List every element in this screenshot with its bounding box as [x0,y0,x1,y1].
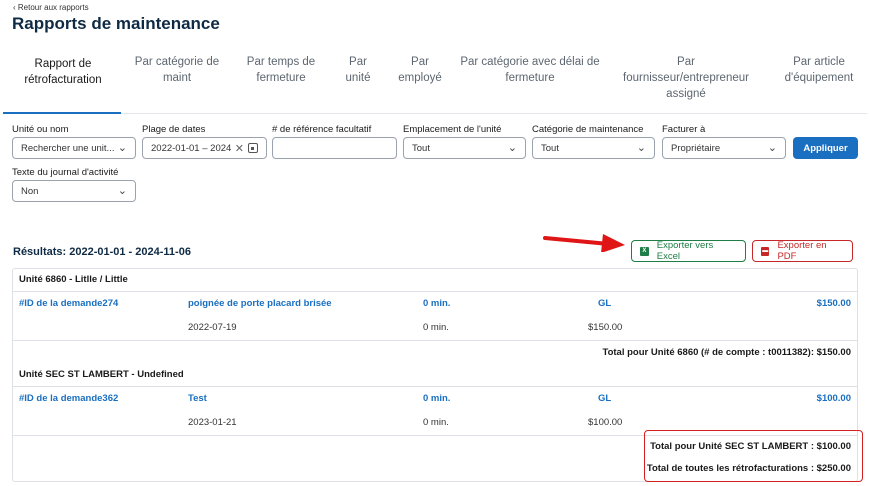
reference-input[interactable] [272,137,397,159]
journal-select[interactable]: Non ⌄ [12,180,136,202]
location-label: Emplacement de l'unité [403,124,502,135]
export-excel-label: Exporter vers Excel [656,240,714,262]
entry-date: 2022-07-19 [188,322,237,333]
request-account: GL [598,393,612,404]
export-excel-button[interactable]: X Exporter vers Excel [631,240,746,262]
chevron-down-icon: ⌄ [507,141,517,154]
divider [13,340,857,341]
journal-value: Non [21,185,39,197]
category-label: Catégorie de maintenance [532,124,644,135]
unit-search-select[interactable]: Rechercher une unit... ⌄ [12,137,136,159]
entry-amount: $150.00 [588,322,623,333]
date-range-label: Plage de dates [142,124,206,135]
active-tab-indicator [3,112,121,114]
divider [13,291,857,292]
chevron-down-icon: ⌄ [117,184,127,197]
request-id-link[interactable]: #ID de la demande362 [19,393,118,404]
chevron-down-icon: ⌄ [767,141,777,154]
tab-by-unit[interactable]: Par unité [341,54,375,86]
bill-to-value: Propriétaire [671,142,721,154]
tab-by-supplier-contractor[interactable]: Par fournisseur/entrepreneur assigné [621,54,751,102]
category-value: Tout [541,142,559,154]
chevron-down-icon: ⌄ [117,141,127,154]
unit-search-value: Rechercher une unit... [21,142,114,154]
bill-to-select[interactable]: Propriétaire ⌄ [662,137,786,159]
request-account: GL [598,298,612,309]
location-select[interactable]: Tout ⌄ [403,137,526,159]
group-heading: Unité 6860 - Litlle / Little [19,274,128,285]
apply-button[interactable]: Appliquer [793,137,858,159]
request-id-link[interactable]: #ID de la demande274 [19,298,118,309]
entry-time: 0 min. [423,322,449,333]
divider [13,386,857,387]
tab-by-employee[interactable]: Par employé [395,54,445,86]
report-tabs: Rapport de rétrofacturation Par catégori… [3,52,867,114]
category-select[interactable]: Tout ⌄ [532,137,655,159]
pdf-file-icon: ▬ [761,246,770,256]
request-time: 0 min. [423,298,451,309]
unit-filter-label: Unité ou nom [12,124,69,135]
request-amount: $150.00 [816,298,851,309]
tab-by-maint-category[interactable]: Par catégorie de maint [128,54,226,86]
tab-by-equipment-item[interactable]: Par article d'équipement [775,54,863,86]
export-pdf-button[interactable]: ▬ Exporter en PDF [752,240,853,262]
date-range-value: 2022-01-01 – 2024 [151,142,232,154]
group-total: Total pour Unité 6860 (# de compte : t00… [602,347,851,358]
request-amount: $100.00 [816,393,851,404]
location-value: Tout [412,142,430,154]
entry-date: 2023-01-21 [188,417,237,428]
red-arrow-annotation [543,234,625,252]
request-description[interactable]: Test [188,393,207,404]
totals-highlight-box [644,430,863,482]
tab-by-category-closing-delay[interactable]: Par catégorie avec délai de fermeture [458,54,602,86]
tab-by-closing-time[interactable]: Par temps de fermeture [241,54,321,86]
calendar-icon[interactable] [248,143,258,153]
entry-time: 0 min. [423,417,449,428]
bill-to-label: Facturer à [662,124,706,135]
date-range-input[interactable]: 2022-01-01 – 2024 ✕ [142,137,267,159]
entry-amount: $100.00 [588,417,623,428]
excel-file-icon: X [640,246,649,256]
request-time: 0 min. [423,393,451,404]
reference-label: # de référence facultatif [272,124,372,135]
journal-label: Texte du journal d'activité [12,167,119,178]
results-title: Résultats: 2022-01-01 - 2024-11-06 [13,246,191,258]
request-description[interactable]: poignée de porte placard brisée [188,298,332,309]
export-pdf-label: Exporter en PDF [777,240,827,262]
chevron-down-icon: ⌄ [636,141,646,154]
tab-chargeback-report[interactable]: Rapport de rétrofacturation [5,54,121,88]
back-link[interactable]: ‹ Retour aux rapports [13,3,89,12]
group-heading: Unité SEC ST LAMBERT - Undefined [19,369,184,380]
close-icon[interactable]: ✕ [235,142,244,155]
page-title: Rapports de maintenance [12,14,220,33]
